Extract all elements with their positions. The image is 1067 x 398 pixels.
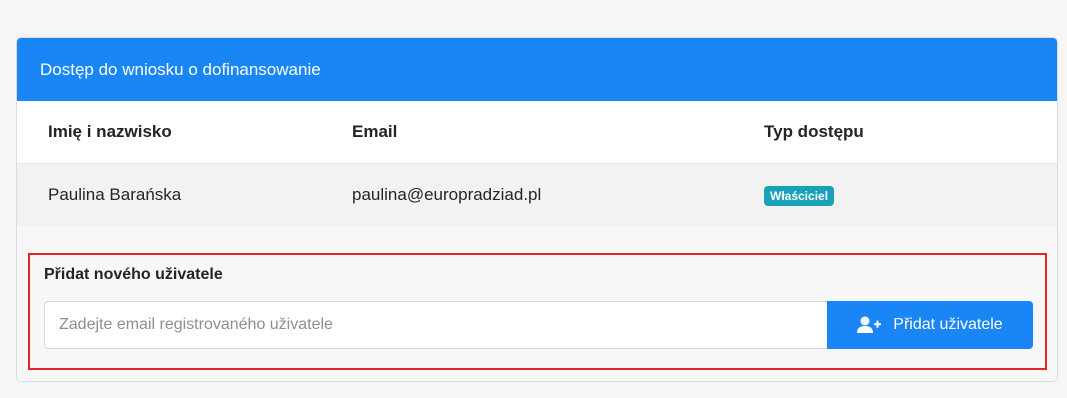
column-header-access-type: Typ dostępu	[764, 122, 864, 141]
column-header-name: Imię i nazwisko	[48, 122, 172, 141]
user-plus-icon	[857, 316, 882, 334]
add-user-input-group: Přidat uživatele	[44, 301, 1033, 349]
table-header-row: Imię i nazwisko Email Typ dostępu	[17, 101, 1057, 164]
add-user-button[interactable]: Přidat uživatele	[827, 301, 1033, 349]
access-card: Dostęp do wniosku o dofinansowanie Imię …	[16, 37, 1058, 382]
cell-access-type: Właściciel	[764, 185, 835, 206]
add-user-title: Přidat nového uživatele	[44, 266, 223, 283]
add-user-button-label: Přidat uživatele	[893, 316, 1003, 333]
access-table: Imię i nazwisko Email Typ dostępu Paulin…	[17, 101, 1057, 226]
card-title: Dostęp do wniosku o dofinansowanie	[40, 59, 321, 79]
user-email-input[interactable]	[44, 301, 827, 349]
column-header-email: Email	[352, 122, 398, 141]
table-row: Paulina Barańska paulina@europradziad.pl…	[17, 164, 1057, 226]
cell-name: Paulina Barańska	[48, 185, 182, 204]
access-type-badge: Właściciel	[764, 185, 835, 206]
card-header: Dostęp do wniosku o dofinansowanie	[17, 38, 1057, 101]
add-user-section: Přidat nového uživatele Přidat uživatele	[28, 253, 1047, 370]
cell-email: paulina@europradziad.pl	[352, 185, 542, 204]
